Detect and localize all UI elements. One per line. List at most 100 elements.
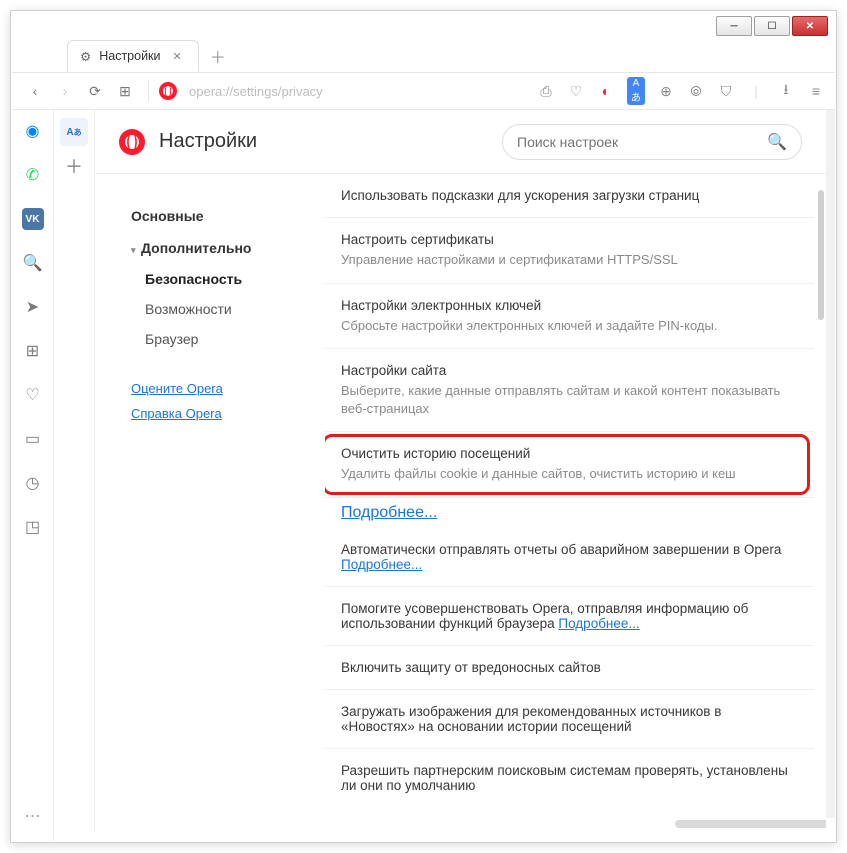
opera-url-icon <box>159 82 177 100</box>
row-text: Автоматически отправлять отчеты об авари… <box>341 542 781 557</box>
row-title: Загружать изображения для рекомендованны… <box>341 704 798 734</box>
horizontal-scrollbar[interactable] <box>675 820 826 828</box>
download-icon[interactable]: ⭳ <box>777 79 795 103</box>
maximize-button[interactable]: ☐ <box>754 16 790 36</box>
sidebar-item-features[interactable]: Возможности <box>131 294 309 324</box>
row-certificates[interactable]: Настроить сертификаты Управление настрой… <box>325 218 814 284</box>
settings-sidebar: Основные ▾Дополнительно Безопасность Воз… <box>95 174 325 832</box>
row-title: Очистить историю посещений <box>341 446 798 461</box>
row-text: Помогите усовершенствовать Opera, отправ… <box>341 601 748 631</box>
row-title: Настроить сертификаты <box>341 232 798 247</box>
tab-bar: ⚙ Настройки ✕ ＋ <box>67 36 231 72</box>
sidebar-item-browser[interactable]: Браузер <box>131 324 309 354</box>
row-title: Разрешить партнерским поисковым системам… <box>341 763 798 793</box>
separator <box>148 80 149 102</box>
send-icon[interactable]: ➤ <box>22 296 44 318</box>
row-malware-protection[interactable]: Включить защиту от вредоносных сайтов <box>325 646 814 690</box>
opera-logo-icon <box>119 129 145 155</box>
content: Основные ▾Дополнительно Безопасность Воз… <box>95 174 826 832</box>
settings-search-input[interactable] <box>517 134 767 150</box>
minimize-button[interactable]: ─ <box>716 16 752 36</box>
reload-button[interactable]: ⟳ <box>82 78 108 104</box>
row-title: Помогите усовершенствовать Opera, отправ… <box>341 601 798 631</box>
left-rail: ◉ ✆ VK 🔍 ➤ ⊞ ♡ ▭ ◷ ◳ ⋯ <box>12 110 54 841</box>
row-clear-history[interactable]: Очистить историю посещений Удалить файлы… <box>325 432 814 498</box>
rate-opera-link[interactable]: Оцените Opera <box>131 376 309 401</box>
row-title: Настройки электронных ключей <box>341 298 798 313</box>
workspace-add[interactable]: ＋ <box>60 152 88 180</box>
frame-scrollbar[interactable] <box>826 110 835 818</box>
row-news-images[interactable]: Загружать изображения для рекомендованны… <box>325 690 814 749</box>
row-site-settings[interactable]: Настройки сайта Выберите, какие данные о… <box>325 349 814 432</box>
tab-title: Настройки <box>99 49 160 63</box>
settings-page: Настройки 🔍 Основные ▾Дополнительно Безо… <box>94 110 826 832</box>
app-window: ─ ☐ ✕ ⚙ Настройки ✕ ＋ ‹ › ⟳ ⊞ opera://se… <box>10 10 837 843</box>
new-tab-button[interactable]: ＋ <box>205 43 231 69</box>
url-text[interactable]: opera://settings/privacy <box>189 84 533 99</box>
sidebar-item-basic[interactable]: Основные <box>131 200 309 232</box>
clip-icon[interactable]: ▭ <box>22 428 44 450</box>
row-more-link: Подробнее... <box>325 498 814 528</box>
translate-icon[interactable]: Aあ <box>627 77 645 105</box>
row-desc: Удалить файлы cookie и данные сайтов, оч… <box>341 465 798 483</box>
more-link[interactable]: Подробнее... <box>341 557 422 572</box>
row-title: Настройки сайта <box>341 363 798 378</box>
tab-settings[interactable]: ⚙ Настройки ✕ <box>67 40 199 72</box>
row-desc: Сбросьте настройки электронных ключей и … <box>341 317 798 335</box>
minimize-icon: ─ <box>730 21 737 32</box>
workspace-translate[interactable]: Aあ <box>60 118 88 146</box>
page-header: Настройки 🔍 <box>95 110 826 174</box>
row-hints[interactable]: Использовать подсказки для ускорения заг… <box>325 174 814 218</box>
more-link[interactable]: Подробнее... <box>558 616 639 631</box>
row-crash-reports[interactable]: Автоматически отправлять отчеты об авари… <box>325 528 814 587</box>
settings-search[interactable]: 🔍 <box>502 124 802 160</box>
menu-icon[interactable]: ≡ <box>807 83 825 99</box>
heart-icon[interactable]: ♡ <box>567 83 585 100</box>
sidebar-item-security[interactable]: Безопасность <box>131 264 309 294</box>
sidebar-advanced-label: Дополнительно <box>141 240 251 256</box>
gear-icon: ⚙ <box>80 49 91 64</box>
row-partner-search[interactable]: Разрешить партнерским поисковым системам… <box>325 749 814 807</box>
toolbar-icons: ⎙ ♡ ◐ Aあ ⊕ ⦾ ⛉ | ⭳ ≡ <box>537 77 825 105</box>
row-security-keys[interactable]: Настройки электронных ключей Сбросьте на… <box>325 284 814 350</box>
speeddial-button[interactable]: ⊞ <box>112 78 138 104</box>
maximize-icon: ☐ <box>768 21 777 32</box>
page-title: Настройки <box>159 130 257 153</box>
sidebar-item-advanced[interactable]: ▾Дополнительно <box>131 232 309 264</box>
globe-icon[interactable]: ⊕ <box>657 83 675 100</box>
sep-icon: | <box>747 83 765 99</box>
nav-back-button[interactable]: ‹ <box>22 78 48 104</box>
sidebar-links: Оцените Opera Справка Opera <box>131 376 309 426</box>
adblock-icon[interactable]: ◐ <box>597 83 615 99</box>
row-improve-opera[interactable]: Помогите усовершенствовать Opera, отправ… <box>325 587 814 646</box>
tab-close-button[interactable]: ✕ <box>169 48 186 65</box>
messenger-icon[interactable]: ◉ <box>22 120 44 142</box>
row-desc: Управление настройками и сертификатами H… <box>341 251 798 269</box>
vk-icon[interactable]: VK <box>22 208 44 230</box>
search-glass-icon: 🔍 <box>767 132 787 152</box>
extensions-icon[interactable]: ◳ <box>22 516 44 538</box>
address-bar: ‹ › ⟳ ⊞ opera://settings/privacy ⎙ ♡ ◐ A… <box>12 72 835 110</box>
chevron-down-icon: ▾ <box>131 245 139 256</box>
row-title: Включить защиту от вредоносных сайтов <box>341 660 798 675</box>
settings-list: Использовать подсказки для ускорения заг… <box>325 174 826 832</box>
shield-icon[interactable]: ⛉ <box>717 83 735 100</box>
window-controls: ─ ☐ ✕ <box>714 16 828 36</box>
row-title: Использовать подсказки для ускорения заг… <box>341 188 798 203</box>
nav-forward-button[interactable]: › <box>52 78 78 104</box>
close-button[interactable]: ✕ <box>792 16 828 36</box>
help-opera-link[interactable]: Справка Opera <box>131 401 309 426</box>
row-title: Автоматически отправлять отчеты об авари… <box>341 542 798 572</box>
more-rail-button[interactable]: ⋯ <box>22 805 44 827</box>
vpn-icon[interactable]: ⦾ <box>687 83 705 100</box>
search-rail-icon[interactable]: 🔍 <box>22 252 44 274</box>
heart-rail-icon[interactable]: ♡ <box>22 384 44 406</box>
grid-rail-icon[interactable]: ⊞ <box>22 340 44 362</box>
more-link[interactable]: Подробнее... <box>341 504 437 521</box>
workspace-column: Aあ ＋ <box>54 110 94 180</box>
list-scrollbar[interactable] <box>818 190 824 320</box>
snapshot-icon[interactable]: ⎙ <box>537 83 555 100</box>
close-icon: ✕ <box>806 21 814 32</box>
history-icon[interactable]: ◷ <box>22 472 44 494</box>
whatsapp-icon[interactable]: ✆ <box>22 164 44 186</box>
